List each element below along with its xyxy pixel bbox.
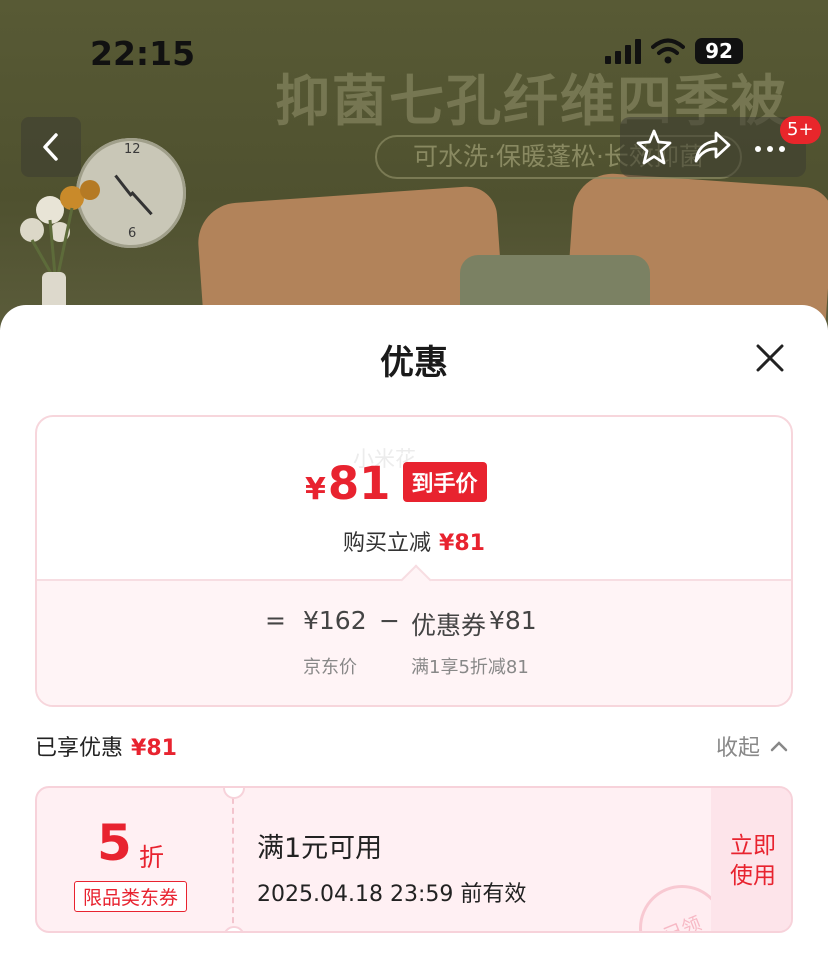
status-time: 22:15 xyxy=(90,34,196,73)
collapse-label: 收起 xyxy=(716,736,761,761)
final-price: ¥ 81 到手价 xyxy=(305,457,487,510)
coupon-condition: 满1元可用 xyxy=(257,833,383,864)
instant-reduction: 购买立减 ¥81 xyxy=(37,525,791,557)
sheet-title: 优惠 xyxy=(380,343,448,383)
equals-sign: = xyxy=(265,606,286,635)
enjoyed-discount: 已享优惠 ¥81 xyxy=(35,730,177,762)
reduction-label: 购买立减 xyxy=(343,531,432,556)
jd-price-value: ¥162 xyxy=(303,606,367,635)
enjoyed-label: 已享优惠 xyxy=(35,736,124,761)
cellular-signal-icon xyxy=(605,38,641,64)
share-icon[interactable] xyxy=(692,127,732,167)
coupon-perforation xyxy=(232,788,234,931)
flowers-image xyxy=(20,180,100,276)
product-banner: 12 6 抑菌七孔纤维四季被 可水洗·保暖蓬松·长效抑菌 22:15 92 5+ xyxy=(0,0,828,330)
coupon-value: ¥81 xyxy=(489,606,537,635)
coupon-caption: 满1享5折减81 xyxy=(411,657,529,678)
back-button[interactable] xyxy=(21,117,81,177)
coupon-card: 5 折 限品类东券 满1元可用 2025.04.18 23:59 前有效 已领 … xyxy=(35,786,793,933)
coupon-label: 优惠券 xyxy=(411,611,487,640)
header-actions xyxy=(620,117,806,177)
chevron-up-icon xyxy=(770,741,788,752)
final-price-tag: 到手价 xyxy=(402,462,487,502)
jd-price-caption: 京东价 xyxy=(303,657,357,678)
coupon-discount: 5 xyxy=(97,814,132,872)
currency-symbol: ¥ xyxy=(305,472,326,507)
discount-sheet: 优惠 小米花 ¥ 81 到手价 购买立减 ¥81 = ¥162 − 优惠券 ¥81… xyxy=(0,305,828,974)
coupon-type-badge: 限品类东券 xyxy=(74,881,188,912)
collapse-button[interactable]: 收起 xyxy=(716,730,788,762)
battery-icon: 92 xyxy=(695,38,743,64)
coupon-discount-area: 5 折 限品类东券 xyxy=(37,788,232,931)
minus-sign: − xyxy=(379,606,400,635)
wifi-icon xyxy=(651,38,685,64)
price-breakdown-card: 小米花 ¥ 81 到手价 购买立减 ¥81 = ¥162 − 优惠券 ¥81 京东… xyxy=(35,415,793,707)
final-price-amount: 81 xyxy=(327,457,391,510)
chevron-left-icon xyxy=(43,133,58,161)
star-icon[interactable] xyxy=(634,127,674,167)
price-calculation: = ¥162 − 优惠券 ¥81 京东价 满1享5折减81 xyxy=(37,564,791,705)
enjoyed-value: ¥81 xyxy=(131,736,177,761)
status-indicators: 92 xyxy=(605,38,743,64)
coupon-validity: 2025.04.18 23:59 前有效 xyxy=(257,882,527,907)
notification-badge: 5+ xyxy=(780,116,821,144)
use-now-button[interactable]: 立即使用 xyxy=(711,788,791,931)
use-now-label: 立即使用 xyxy=(730,832,776,889)
close-icon[interactable] xyxy=(750,338,790,378)
coupon-discount-unit: 折 xyxy=(139,843,165,872)
reduction-value: ¥81 xyxy=(439,531,485,556)
